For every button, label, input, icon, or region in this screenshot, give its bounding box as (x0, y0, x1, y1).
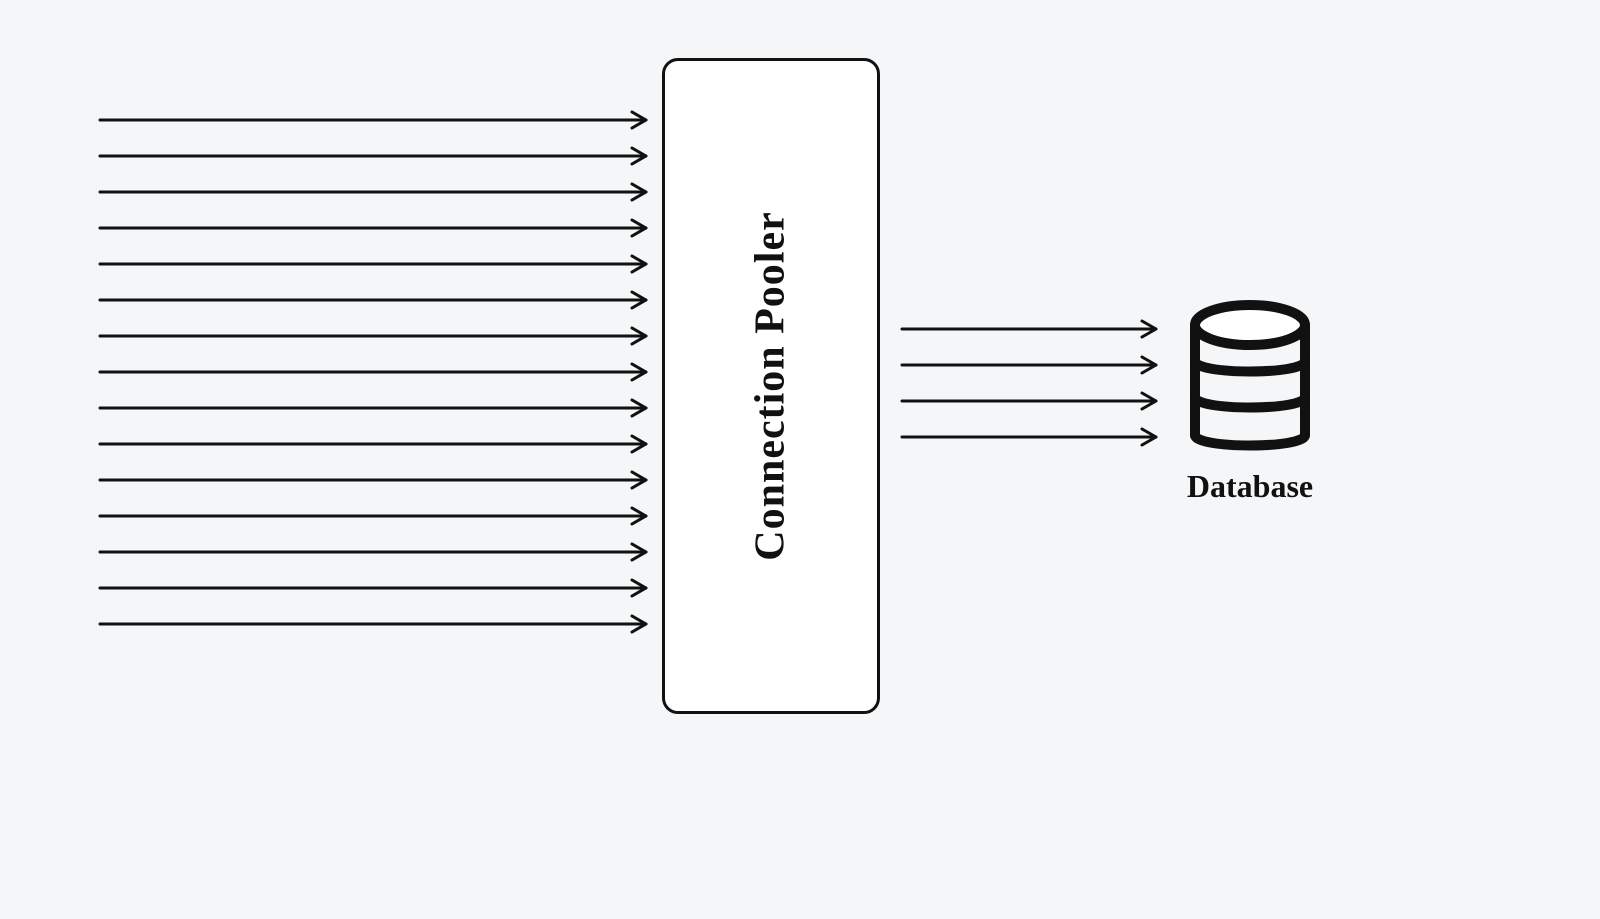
arrow (100, 328, 646, 344)
database-icon (1185, 300, 1315, 460)
database-label: Database (1175, 468, 1325, 505)
arrow (100, 616, 646, 632)
arrow (902, 429, 1156, 445)
arrow (100, 508, 646, 524)
arrow (100, 256, 646, 272)
arrow (100, 544, 646, 560)
outgoing-arrows-group (902, 321, 1156, 445)
arrow (100, 292, 646, 308)
connection-pooler-label: Connection Pooler (747, 211, 795, 560)
incoming-arrows-group (100, 112, 646, 632)
arrow (902, 321, 1156, 337)
arrow (100, 472, 646, 488)
arrow (100, 112, 646, 128)
arrow (100, 436, 646, 452)
arrow (100, 400, 646, 416)
arrow (100, 184, 646, 200)
diagram-container: Connection Pooler Database (0, 0, 1600, 919)
arrow (902, 357, 1156, 373)
arrow (100, 148, 646, 164)
arrow (902, 393, 1156, 409)
arrow (100, 364, 646, 380)
arrow (100, 580, 646, 596)
arrow (100, 220, 646, 236)
connection-pooler-box: Connection Pooler (662, 58, 880, 714)
